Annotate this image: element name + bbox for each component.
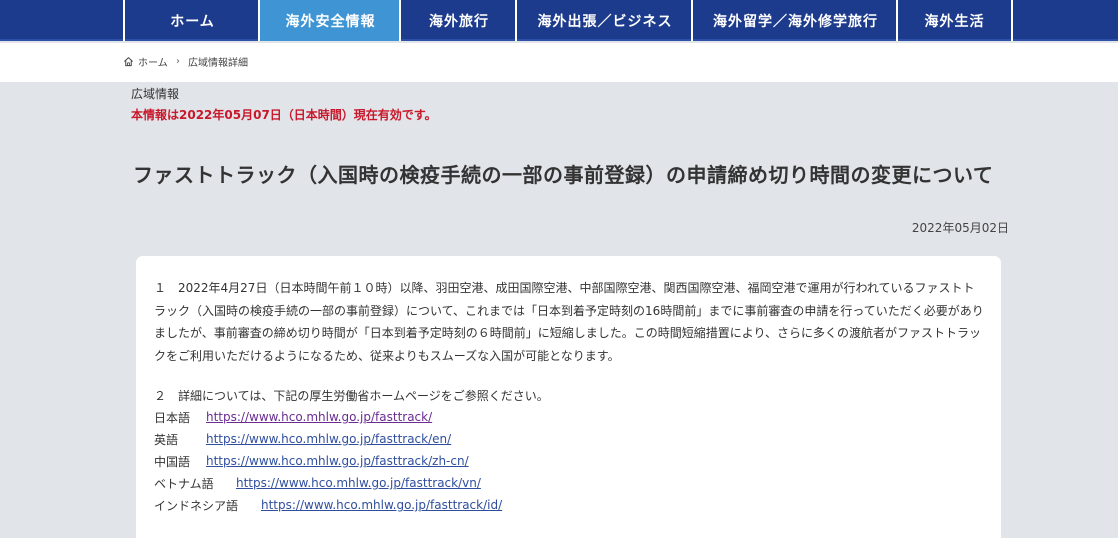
nav-item-travel[interactable]: 海外旅行 [399, 0, 517, 41]
fasttrack-link-english[interactable]: https://www.hco.mhlw.go.jp/fasttrack/en/ [206, 432, 451, 446]
home-icon [124, 56, 133, 66]
article-paragraph-2: ２ 詳細については、下記の厚生労働省ホームページをご参照ください。 [154, 389, 549, 403]
fasttrack-link-indonesian[interactable]: https://www.hco.mhlw.go.jp/fasttrack/id/ [261, 498, 502, 512]
link-row-english: 英語 https://www.hco.mhlw.go.jp/fasttrack/… [154, 428, 451, 450]
article-card: １ 2022年4月27日（日本時間午前１０時）以降、羽田空港、成田国際空港、中部… [136, 256, 1001, 538]
fasttrack-link-japanese[interactable]: https://www.hco.mhlw.go.jp/fasttrack/ [206, 410, 432, 424]
link-row-chinese: 中国語 https://www.hco.mhlw.go.jp/fasttrack… [154, 450, 469, 472]
nav-item-study-abroad[interactable]: 海外留学／海外修学旅行 [691, 0, 898, 41]
global-nav: ホーム 海外安全情報 海外旅行 海外出張／ビジネス 海外留学／海外修学旅行 海外… [0, 0, 1118, 41]
lang-label: 英語 [154, 432, 179, 447]
page-title: ファストトラック（入国時の検疫手続の一部の事前登録）の申請締め切り時間の変更につ… [133, 163, 994, 187]
nav-item-safety-info[interactable]: 海外安全情報 [258, 0, 401, 41]
nav-item-business[interactable]: 海外出張／ビジネス [515, 0, 693, 41]
link-row-vietnamese: ベトナム語 https://www.hco.mhlw.go.jp/fasttra… [154, 472, 481, 494]
article-paragraph-1: １ 2022年4月27日（日本時間午前１０時）以降、羽田空港、成田国際空港、中部… [154, 281, 984, 363]
breadcrumb: ホーム › 広域情報詳細 [0, 43, 1118, 82]
validity-notice: 本情報は2022年05月07日（日本時間）現在有効です。 [131, 108, 437, 122]
lang-label: 中国語 [154, 454, 191, 469]
lang-label: 日本語 [154, 410, 191, 425]
nav-item-living-abroad[interactable]: 海外生活 [896, 0, 1013, 41]
breadcrumb-home-label[interactable]: ホーム [138, 54, 168, 69]
nav-item-home[interactable]: ホーム [123, 0, 260, 41]
section-label: 広域情報 [131, 87, 180, 101]
lang-label: ベトナム語 [154, 476, 214, 491]
fasttrack-link-vietnamese[interactable]: https://www.hco.mhlw.go.jp/fasttrack/vn/ [236, 476, 481, 490]
breadcrumb-home[interactable]: ホーム [123, 43, 168, 79]
link-row-indonesian: インドネシア語 https://www.hco.mhlw.go.jp/fastt… [154, 494, 502, 516]
breadcrumb-current: 広域情報詳細 [188, 57, 248, 69]
post-date: 2022年05月02日 [911, 221, 1009, 235]
link-row-japanese: 日本語 https://www.hco.mhlw.go.jp/fasttrack… [154, 406, 432, 428]
lang-label: インドネシア語 [154, 498, 239, 513]
fasttrack-link-chinese[interactable]: https://www.hco.mhlw.go.jp/fasttrack/zh-… [206, 454, 469, 468]
breadcrumb-separator: › [176, 55, 180, 67]
